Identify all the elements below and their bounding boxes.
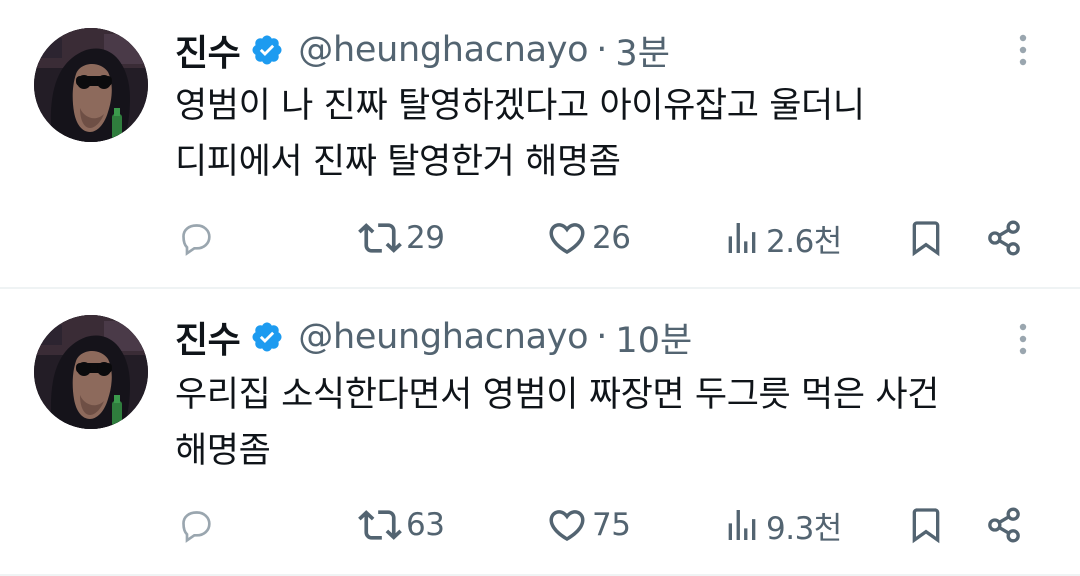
tweet-text-line: 해명좀 xyxy=(175,431,271,471)
views-button[interactable]: 9.3천 xyxy=(722,497,842,553)
tweet-text: 영범이 나 진짜 탈영하겠다고 아이유잡고 울더니 디피에서 진짜 탈영한거 해… xyxy=(175,78,1055,190)
separator-dot: · xyxy=(596,317,608,357)
tweet-header: 진수 @heunghacnayo · 3분 xyxy=(175,22,670,78)
bookmark-icon xyxy=(906,505,946,545)
timestamp[interactable]: 10분 xyxy=(615,312,692,363)
bookmark-button[interactable] xyxy=(906,210,946,266)
reply-button[interactable] xyxy=(176,210,216,266)
tweet-text-line: 우리집 소식한다면서 영범이 짜장면 두그릇 먹은 사건 xyxy=(175,375,939,415)
retweet-button[interactable]: 29 xyxy=(358,210,445,266)
like-icon xyxy=(546,217,588,259)
share-icon xyxy=(984,505,1024,545)
like-count: 26 xyxy=(592,220,631,256)
avatar[interactable] xyxy=(34,315,148,429)
author-handle[interactable]: @heunghacnayo xyxy=(298,317,588,357)
views-count: 2.6천 xyxy=(766,223,842,260)
reply-icon xyxy=(176,218,216,258)
author-handle[interactable]: @heunghacnayo xyxy=(298,30,588,70)
like-button[interactable]: 26 xyxy=(546,210,631,266)
tweet-text-line: 영범이 나 진짜 탈영하겠다고 아이유잡고 울더니 xyxy=(175,86,865,126)
views-count: 9.3천 xyxy=(766,510,842,547)
separator-dot: · xyxy=(596,30,608,70)
tweet-text: 우리집 소식한다면서 영범이 짜장면 두그릇 먹은 사건 해명좀 xyxy=(175,367,1055,479)
tweet[interactable]: 진수 @heunghacnayo · 10분 우리집 소식한다면서 영범이 짜장… xyxy=(0,289,1080,576)
bookmark-button[interactable] xyxy=(906,497,946,553)
bookmark-icon xyxy=(906,218,946,258)
share-icon xyxy=(984,218,1024,258)
reply-icon xyxy=(176,505,216,545)
retweet-icon xyxy=(358,503,402,547)
tweet-header: 진수 @heunghacnayo · 10분 xyxy=(175,309,692,365)
tweet-text-line: 디피에서 진짜 탈영한거 해명좀 xyxy=(175,142,621,182)
avatar-image xyxy=(34,315,148,429)
like-icon xyxy=(546,504,588,546)
views-icon xyxy=(722,218,762,258)
retweet-button[interactable]: 63 xyxy=(358,497,445,553)
action-bar: 29 26 2.6천 xyxy=(0,210,1080,266)
more-options-icon[interactable] xyxy=(1010,321,1036,357)
share-button[interactable] xyxy=(984,210,1024,266)
reply-button[interactable] xyxy=(176,497,216,553)
views-icon xyxy=(722,505,762,545)
author-name[interactable]: 진수 xyxy=(175,311,241,363)
like-count: 75 xyxy=(592,507,631,543)
retweet-count: 63 xyxy=(406,507,445,543)
verified-badge-icon xyxy=(250,320,284,354)
retweet-count: 29 xyxy=(406,220,445,256)
timestamp[interactable]: 3분 xyxy=(615,25,669,76)
share-button[interactable] xyxy=(984,497,1024,553)
tweet[interactable]: 진수 @heunghacnayo · 3분 영범이 나 진짜 탈영하겠다고 아이… xyxy=(0,0,1080,287)
avatar-image xyxy=(34,28,148,142)
like-button[interactable]: 75 xyxy=(546,497,631,553)
avatar[interactable] xyxy=(34,28,148,142)
verified-badge-icon xyxy=(250,33,284,67)
more-options-icon[interactable] xyxy=(1010,32,1036,68)
action-bar: 63 75 9.3천 xyxy=(0,497,1080,553)
views-button[interactable]: 2.6천 xyxy=(722,210,842,266)
author-name[interactable]: 진수 xyxy=(175,24,241,76)
retweet-icon xyxy=(358,216,402,260)
tweet-feed: 진수 @heunghacnayo · 3분 영범이 나 진짜 탈영하겠다고 아이… xyxy=(0,0,1080,576)
